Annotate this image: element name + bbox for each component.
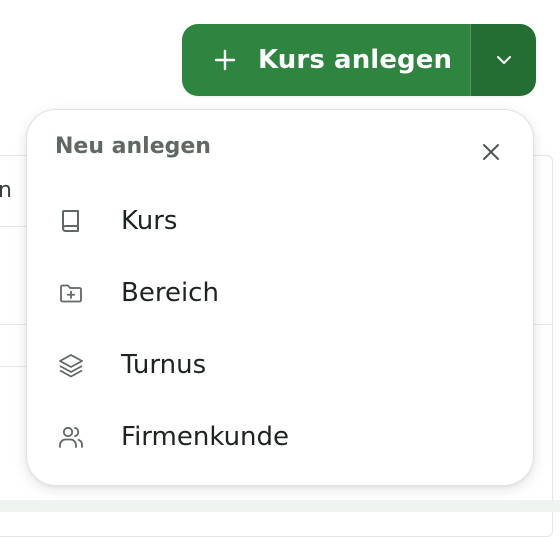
menu-item-label: Turnus [121,350,207,380]
close-menu-button[interactable] [475,136,507,168]
menu-item-firmenkunde[interactable]: Firmenkunde [41,408,519,466]
create-course-split-button: Kurs anlegen [182,24,536,96]
create-course-button[interactable]: Kurs anlegen [182,24,470,96]
chevron-down-icon [496,56,511,64]
create-options-toggle[interactable] [470,24,536,96]
close-icon [483,144,499,160]
menu-item-kurs[interactable]: Kurs [41,192,519,250]
book-icon [55,205,87,237]
folder-plus-icon [55,277,87,309]
users-icon [55,421,87,453]
menu-item-bereich[interactable]: Bereich [41,264,519,322]
menu-item-label: Kurs [121,206,178,236]
menu-title: Neu anlegen [55,134,211,159]
background-text: n [0,178,12,203]
create-new-menu: Neu anlegen Kurs Bereich Turnus Firmenku… [26,109,534,486]
menu-item-turnus[interactable]: Turnus [41,336,519,394]
create-course-label: Kurs anlegen [258,45,453,75]
plus-icon [214,49,236,71]
menu-item-label: Firmenkunde [121,422,290,452]
layers-icon [55,349,87,381]
menu-item-label: Bereich [121,278,219,308]
background-footer-strip [0,500,560,512]
